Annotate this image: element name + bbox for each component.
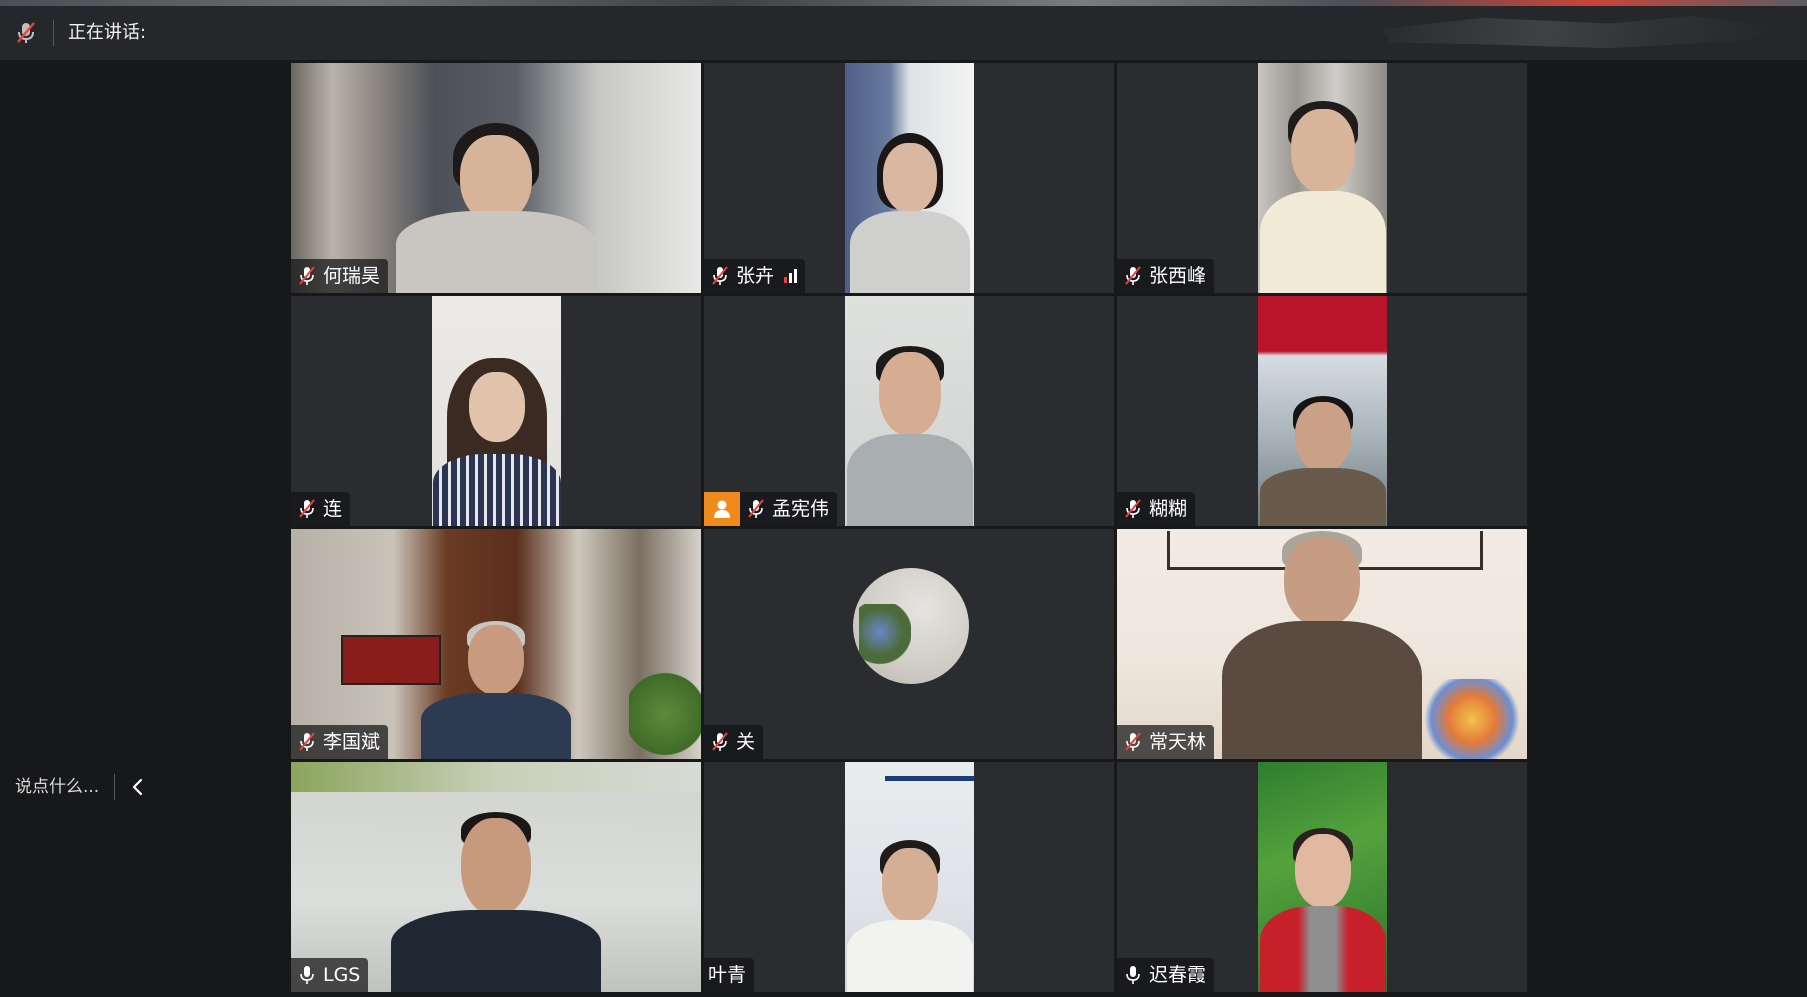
participant-video (845, 63, 974, 293)
speaking-label: 正在讲话: (68, 22, 147, 43)
participant-name: 张卉 (736, 265, 775, 287)
participant-name: 李国斌 (323, 731, 381, 753)
mic-muted-icon (1125, 732, 1141, 751)
participant-video (432, 296, 561, 526)
mic-icon (1126, 966, 1140, 984)
video-grid: 何瑞昊 张卉 张西峰 连 孟宪伟 糊糊 李国斌 关 常天林 LGS 叶青 迟春霞 (291, 63, 1527, 997)
mic-muted-icon (748, 499, 764, 518)
participant-nametag: 张卉 (704, 259, 806, 293)
participant-nametag: 何瑞昊 (291, 259, 389, 293)
participant-tile[interactable]: 张卉 (704, 63, 1114, 293)
participant-nametag: 李国斌 (291, 725, 389, 759)
participant-tile[interactable]: 李国斌 (291, 529, 701, 759)
participant-tile[interactable]: 糊糊 (1117, 296, 1527, 526)
decorative-banner (1382, 15, 1777, 49)
mic-muted-icon (1125, 499, 1141, 518)
participant-name: 关 (736, 731, 756, 753)
participant-name: 叶青 (708, 964, 747, 986)
participant-name: LGS (323, 964, 361, 986)
mic-muted-icon (299, 732, 315, 751)
participant-video (845, 762, 974, 992)
participant-nametag: 常天林 (1117, 725, 1215, 759)
participant-name: 孟宪伟 (772, 498, 830, 520)
participant-tile[interactable]: 孟宪伟 (704, 296, 1114, 526)
participant-name: 常天林 (1149, 731, 1207, 753)
participant-nametag: 关 (704, 725, 764, 759)
mic-muted-icon (712, 266, 728, 285)
participant-name: 张西峰 (1149, 265, 1207, 287)
participant-video (845, 296, 974, 526)
participant-nametag: 糊糊 (1117, 492, 1196, 526)
participant-tile[interactable]: 叶青 (704, 762, 1114, 992)
participant-nametag: 连 (291, 492, 351, 526)
mic-muted-icon (1125, 266, 1141, 285)
participant-video (1258, 762, 1387, 992)
participant-name: 迟春霞 (1149, 964, 1207, 986)
participant-nametag: 迟春霞 (1117, 958, 1215, 992)
participant-avatar (853, 568, 969, 684)
participant-tile[interactable]: 关 (704, 529, 1114, 759)
participant-tile[interactable]: 常天林 (1117, 529, 1527, 759)
participant-tile[interactable]: 张西峰 (1117, 63, 1527, 293)
participant-tile[interactable]: LGS (291, 762, 701, 992)
participant-tile[interactable]: 何瑞昊 (291, 63, 701, 293)
mic-muted-icon (712, 732, 728, 751)
participant-name: 连 (323, 498, 343, 520)
participant-video (1258, 296, 1387, 526)
mic-muted-icon (299, 499, 315, 518)
chevron-left-icon[interactable] (128, 776, 148, 798)
participant-video (1258, 63, 1387, 293)
participant-nametag: LGS (291, 958, 369, 992)
divider (53, 20, 54, 46)
divider (114, 774, 115, 800)
participant-name: 糊糊 (1149, 498, 1188, 520)
participant-nametag: 孟宪伟 (704, 492, 838, 526)
participant-tile[interactable]: 迟春霞 (1117, 762, 1527, 992)
mic-muted-icon (299, 266, 315, 285)
participant-tile[interactable]: 连 (291, 296, 701, 526)
participant-nametag: 张西峰 (1117, 259, 1215, 293)
participant-nametag: 叶青 (704, 958, 755, 992)
participant-name: 何瑞昊 (323, 265, 381, 287)
mic-icon (300, 966, 314, 984)
host-badge-icon (704, 492, 740, 526)
speaking-bar: 正在讲话: (0, 6, 1807, 60)
chat-input[interactable]: 说点什么... (15, 776, 99, 798)
mic-muted-icon[interactable] (14, 20, 38, 46)
chat-input-bar: 说点什么... (0, 768, 160, 808)
network-signal-icon (784, 269, 798, 283)
